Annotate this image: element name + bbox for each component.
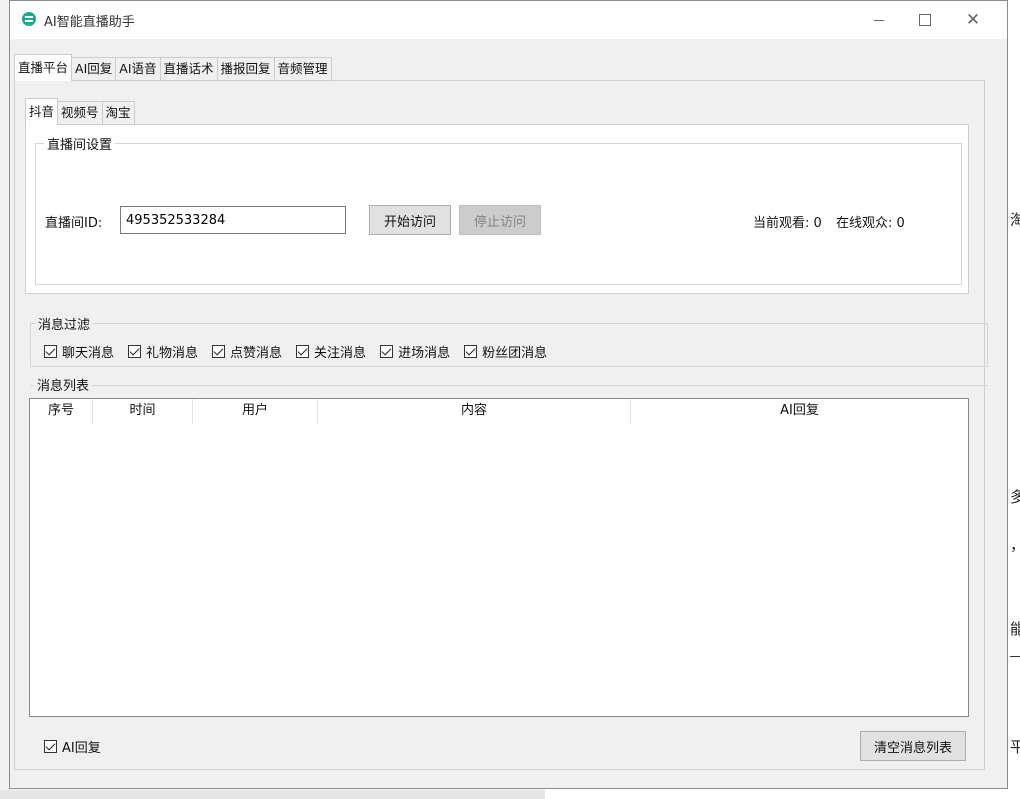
filter-gift-label: 礼物消息 — [146, 346, 199, 361]
maximize-button[interactable] — [902, 1, 948, 39]
filter-like-checkbox[interactable]: 点赞消息 — [212, 342, 282, 361]
app-logo-icon — [22, 12, 36, 26]
background-text: 平 — [1010, 738, 1020, 756]
maximize-icon — [919, 14, 931, 26]
message-list-label: 消息列表 — [34, 375, 93, 394]
checkbox-checked-icon — [44, 740, 57, 753]
background-text: 淘 — [1010, 211, 1020, 229]
title-bar[interactable]: AI智能直播助手 ✕ — [10, 1, 1007, 39]
message-list-table[interactable]: 序号 时间 用户 内容 AI回复 — [29, 398, 969, 717]
start-visit-button[interactable]: 开始访问 — [369, 205, 451, 235]
checkbox-checked-icon — [296, 345, 310, 358]
tab-ai-voice[interactable]: AI语音 — [115, 57, 161, 81]
background-underline — [1010, 656, 1020, 657]
online-viewers: 在线观众: 0 — [835, 216, 905, 231]
filter-fanclub-label: 粉丝团消息 — [482, 346, 548, 361]
checkbox-checked-icon — [380, 345, 394, 358]
checkbox-checked-icon — [212, 345, 226, 358]
tab-broadcast-reply[interactable]: 播报回复 — [216, 57, 275, 81]
message-list-group: 消息列表 — [30, 375, 988, 394]
filter-like-label: 点赞消息 — [230, 346, 283, 361]
tab-taobao[interactable]: 淘宝 — [101, 101, 135, 125]
filter-follow-label: 关注消息 — [314, 346, 367, 361]
minimize-button[interactable] — [856, 1, 902, 39]
column-header-index[interactable]: 序号 — [30, 399, 93, 425]
column-header-ai-reply[interactable]: AI回复 — [631, 399, 968, 425]
close-button[interactable]: ✕ — [950, 1, 996, 39]
checkbox-checked-icon — [464, 345, 478, 358]
table-header: 序号 时间 用户 内容 AI回复 — [30, 399, 968, 425]
background-desktop — [0, 790, 545, 799]
message-filter-options: 聊天消息 礼物消息 点赞消息 关注消息 进场消息 粉丝团消息 — [44, 342, 561, 361]
checkbox-checked-icon — [128, 345, 142, 358]
background-document-edge — [1008, 0, 1020, 799]
main-tabs: 直播平台 AI回复 AI语音 直播话术 播报回复 音频管理 — [14, 54, 332, 81]
close-icon: ✕ — [965, 10, 981, 30]
tab-douyin[interactable]: 抖音 — [25, 98, 59, 125]
checkbox-checked-icon — [44, 345, 57, 358]
viewer-stats: 当前观看: 0 在线观众: 0 — [753, 212, 915, 231]
filter-follow-checkbox[interactable]: 关注消息 — [296, 342, 366, 361]
tab-channels[interactable]: 视频号 — [57, 101, 103, 125]
column-header-time[interactable]: 时间 — [93, 399, 193, 425]
background-text: ， — [1010, 534, 1020, 555]
background-text: 多 — [1010, 488, 1020, 506]
column-header-content[interactable]: 内容 — [318, 399, 631, 425]
ai-reply-label: AI回复 — [62, 741, 101, 756]
ai-reply-checkbox[interactable]: AI回复 — [44, 737, 101, 756]
filter-fanclub-checkbox[interactable]: 粉丝团消息 — [464, 342, 547, 361]
room-settings-label: 直播间设置 — [44, 134, 116, 153]
room-id-input[interactable] — [120, 206, 346, 234]
current-viewers: 当前观看: 0 — [753, 216, 822, 231]
stop-visit-button: 停止访问 — [459, 205, 541, 235]
tab-live-platform[interactable]: 直播平台 — [14, 54, 73, 81]
tab-ai-reply[interactable]: AI回复 — [71, 57, 117, 81]
filter-chat-label: 聊天消息 — [62, 346, 115, 361]
window-title: AI智能直播助手 — [44, 15, 135, 30]
filter-gift-checkbox[interactable]: 礼物消息 — [128, 342, 198, 361]
filter-enter-label: 进场消息 — [398, 346, 451, 361]
platform-tabs: 抖音 视频号 淘宝 — [25, 98, 135, 125]
filter-enter-checkbox[interactable]: 进场消息 — [380, 342, 450, 361]
tab-audio-management[interactable]: 音频管理 — [273, 57, 332, 81]
minimize-icon — [874, 19, 884, 21]
message-filter-label: 消息过滤 — [35, 314, 94, 333]
room-id-label: 直播间ID: — [45, 216, 103, 231]
tab-live-script[interactable]: 直播话术 — [159, 57, 218, 81]
filter-chat-checkbox[interactable]: 聊天消息 — [44, 342, 114, 361]
clear-message-list-button[interactable]: 清空消息列表 — [860, 731, 966, 761]
column-header-user[interactable]: 用户 — [193, 399, 318, 425]
background-text: 能 — [1010, 620, 1020, 638]
